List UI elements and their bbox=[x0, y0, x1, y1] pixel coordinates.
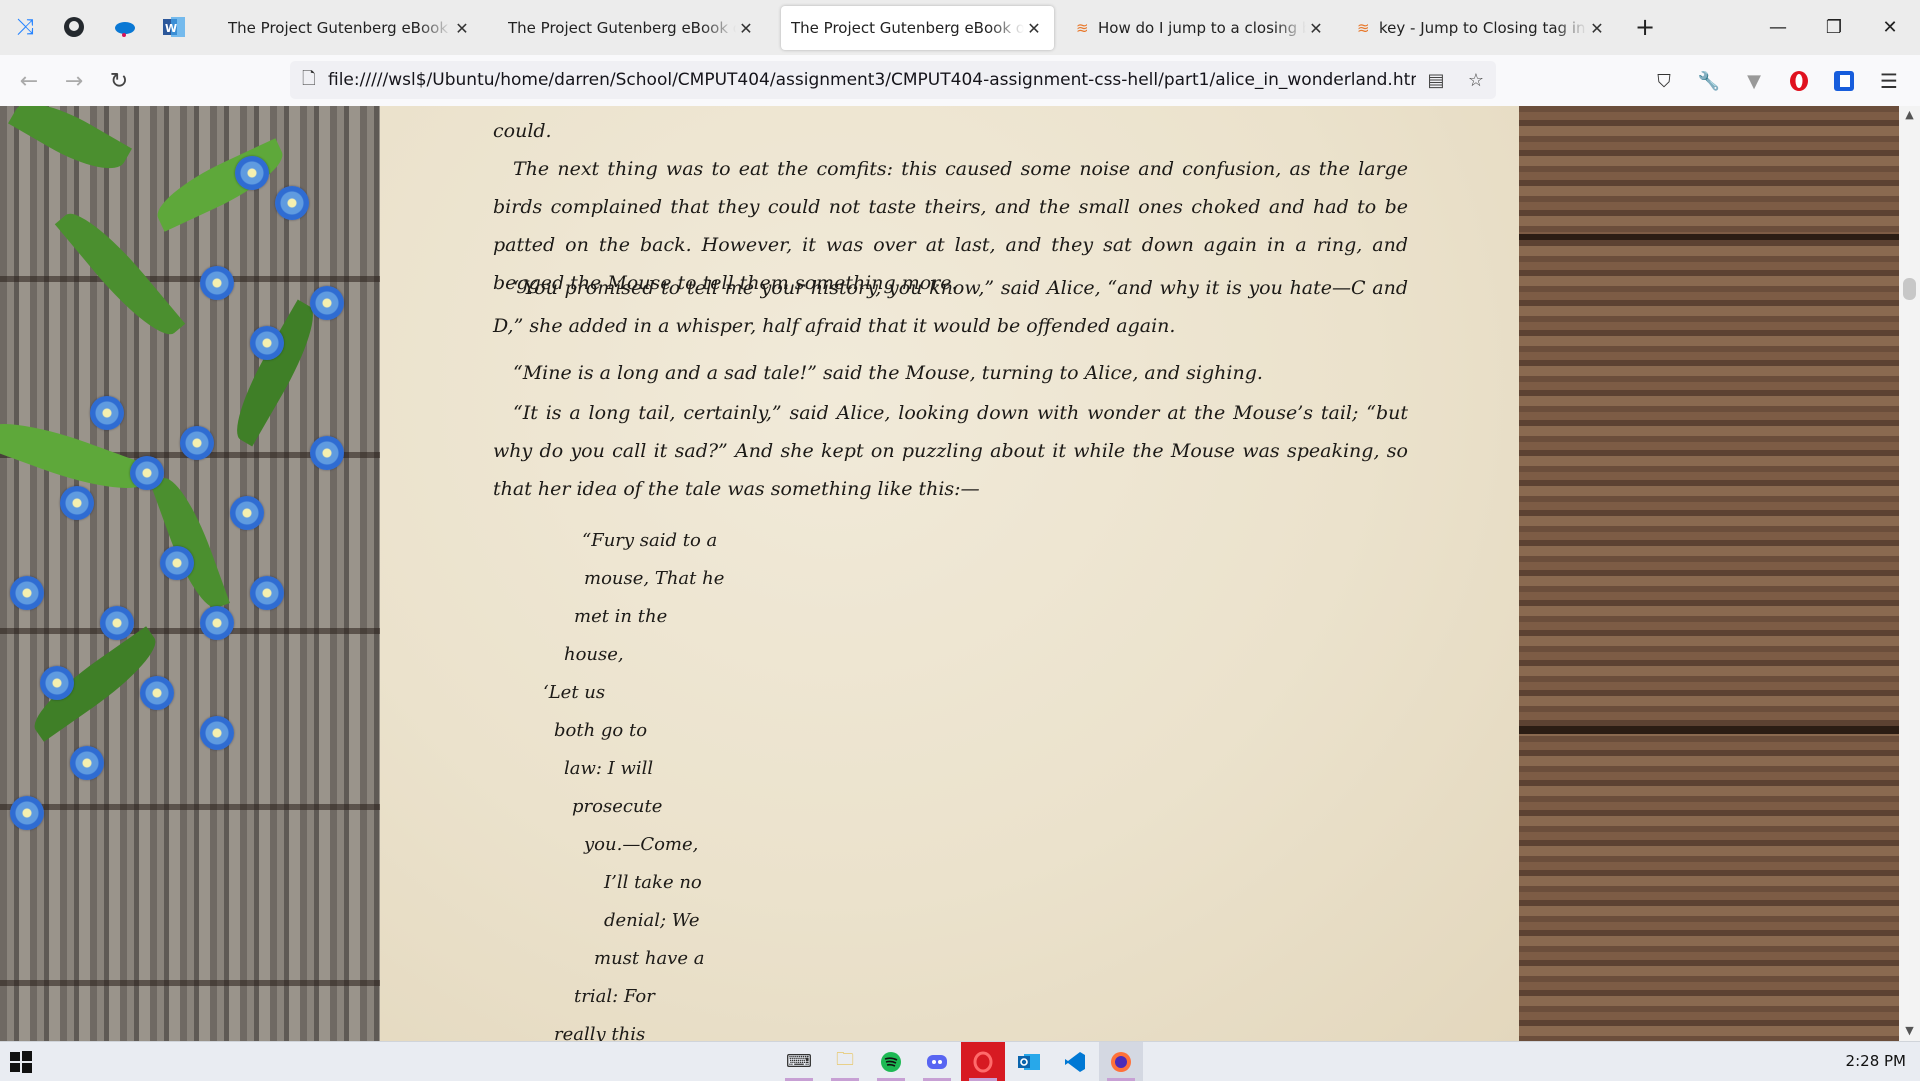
flowers-on-wood-background bbox=[0, 106, 380, 1041]
address-bar[interactable]: 🗋 file://///wsl$/Ubuntu/home/darren/Scho… bbox=[290, 61, 1496, 99]
jira-icon: ⤨ bbox=[16, 14, 34, 40]
scroll-up-icon[interactable]: ▲ bbox=[1899, 108, 1920, 121]
plus-icon: + bbox=[1634, 13, 1656, 41]
file-explorer-icon[interactable]: 🗀 bbox=[823, 1042, 867, 1081]
pocket-icon[interactable]: ⛉ bbox=[1650, 67, 1678, 95]
close-icon[interactable]: ✕ bbox=[736, 19, 756, 38]
page-icon: 🗋 bbox=[302, 68, 316, 89]
terminal-icon[interactable]: ⌨ bbox=[777, 1042, 821, 1081]
restore-icon: ❐ bbox=[1825, 17, 1843, 38]
bookmark-star-icon[interactable]: ☆ bbox=[1456, 70, 1496, 91]
back-arrow-icon: ← bbox=[19, 68, 39, 94]
tab-title: key - Jump to Closing tag in VS bbox=[1379, 19, 1587, 37]
menu-icon[interactable]: ☰ bbox=[1875, 67, 1903, 95]
mouse-tail-line: denial; We bbox=[604, 910, 700, 931]
taskbar-clock[interactable]: 2:28 PM bbox=[1846, 1052, 1906, 1070]
spotify-icon[interactable] bbox=[869, 1042, 913, 1081]
firefox-icon[interactable] bbox=[1099, 1042, 1143, 1081]
paragraph: “It is a long tail, certainly,” said Ali… bbox=[493, 402, 1408, 500]
close-icon[interactable]: ✕ bbox=[452, 19, 472, 38]
extension-icon[interactable]: ▼ bbox=[1740, 67, 1768, 95]
mouse-tail-line: mouse, That he bbox=[584, 568, 725, 589]
mouse-tail-line: “Fury said to a bbox=[582, 530, 718, 551]
pinned-tab-github[interactable] bbox=[57, 10, 91, 44]
scrollbar-thumb[interactable] bbox=[1903, 278, 1916, 300]
opera-icon[interactable] bbox=[1785, 67, 1813, 95]
navigation-toolbar: ← → ↻ 🗋 file://///wsl$/Ubuntu/home/darre… bbox=[0, 55, 1920, 107]
outlook-icon[interactable] bbox=[1007, 1042, 1051, 1081]
mouse-tail-line: must have a bbox=[594, 948, 705, 969]
new-tab-button[interactable]: + bbox=[1628, 10, 1662, 44]
forward-arrow-icon: → bbox=[64, 68, 84, 94]
mouse-tail-line: prosecute bbox=[572, 796, 663, 817]
bitwarden-icon[interactable] bbox=[1830, 67, 1858, 95]
tab-title: The Project Gutenberg eBook of Pri bbox=[508, 19, 736, 37]
mouse-tail-line: both go to bbox=[554, 720, 648, 741]
reload-icon: ↻ bbox=[109, 68, 129, 94]
minimize-icon: — bbox=[1769, 17, 1787, 38]
tab-alice-in-wonderland[interactable]: The Project Gutenberg eBook of Ali ✕ bbox=[781, 6, 1054, 50]
mouse-tail-line: met in the bbox=[574, 606, 668, 627]
cloud-icon bbox=[115, 22, 135, 37]
mouse-tail-line: house, bbox=[564, 644, 624, 665]
wood-background bbox=[1519, 106, 1899, 1041]
text-fragment: could. bbox=[493, 120, 552, 142]
tab-title: The Project Gutenberg eBook of Fra bbox=[228, 19, 452, 37]
page-viewport: could. The next thing was to eat the com… bbox=[0, 106, 1920, 1041]
vscode-icon[interactable] bbox=[1053, 1042, 1097, 1081]
stackoverflow-icon: ≋ bbox=[1076, 19, 1089, 37]
mouse-tail-line: ‘Let us bbox=[543, 682, 606, 703]
mouse-tail-line: trial: For bbox=[574, 986, 655, 1007]
windows-taskbar: ⌨ 🗀 2:28 PM bbox=[0, 1041, 1920, 1081]
tab-frankenstein[interactable]: The Project Gutenberg eBook of Fra ✕ bbox=[218, 6, 482, 50]
mouse-tail-line: really this bbox=[554, 1024, 646, 1041]
svg-text:W: W bbox=[165, 22, 177, 35]
url-text[interactable]: file://///wsl$/Ubuntu/home/darren/School… bbox=[328, 70, 1416, 90]
pinned-tab-jira[interactable]: ⤨ bbox=[8, 10, 42, 44]
close-icon[interactable]: ✕ bbox=[1306, 19, 1326, 38]
back-button[interactable]: ← bbox=[12, 64, 46, 98]
paragraph: “You promised to tell me your history, y… bbox=[493, 277, 1408, 337]
tab-pride-and-prejudice[interactable]: The Project Gutenberg eBook of Pri ✕ bbox=[498, 6, 766, 50]
pinned-tab-onedrive[interactable] bbox=[107, 10, 141, 44]
paragraph: “Mine is a long and a sad tale!” said th… bbox=[513, 362, 1263, 384]
tab-strip: ⤨ W The Project Gutenberg eBook of Fra ✕… bbox=[0, 0, 1920, 55]
opera-icon[interactable] bbox=[961, 1042, 1005, 1081]
discord-icon[interactable] bbox=[915, 1042, 959, 1081]
mouse-tail-line: law: I will bbox=[564, 758, 654, 779]
tab-title: The Project Gutenberg eBook of Ali bbox=[791, 19, 1024, 37]
reader-view-icon[interactable]: ▤ bbox=[1416, 70, 1456, 91]
close-window-button[interactable]: ✕ bbox=[1862, 0, 1918, 55]
reload-button[interactable]: ↻ bbox=[102, 64, 136, 98]
minimize-button[interactable]: — bbox=[1750, 0, 1806, 55]
forward-button[interactable]: → bbox=[57, 64, 91, 98]
restore-button[interactable]: ❐ bbox=[1806, 0, 1862, 55]
stackoverflow-icon: ≋ bbox=[1357, 19, 1370, 37]
word-icon: W bbox=[163, 17, 185, 37]
wrench-icon[interactable]: 🔧 bbox=[1695, 67, 1723, 95]
close-icon: ✕ bbox=[1882, 17, 1898, 38]
tab-stackoverflow-closing-tag[interactable]: ≋ key - Jump to Closing tag in VS ✕ bbox=[1347, 6, 1617, 50]
mouse-tail-line: you.—Come, bbox=[584, 834, 699, 855]
close-icon[interactable]: ✕ bbox=[1587, 19, 1607, 38]
pinned-tab-word[interactable]: W bbox=[157, 10, 191, 44]
tab-title: How do I jump to a closing bra bbox=[1098, 19, 1306, 37]
scroll-down-icon[interactable]: ▼ bbox=[1899, 1024, 1920, 1037]
close-icon[interactable]: ✕ bbox=[1024, 19, 1044, 38]
mouse-tail-line: I’ll take no bbox=[604, 872, 702, 893]
github-icon bbox=[64, 17, 84, 37]
tab-stackoverflow-closing-bracket[interactable]: ≋ How do I jump to a closing bra ✕ bbox=[1066, 6, 1336, 50]
vertical-scrollbar[interactable]: ▲ ▼ bbox=[1899, 106, 1920, 1041]
windows-start-icon[interactable] bbox=[10, 1051, 32, 1073]
